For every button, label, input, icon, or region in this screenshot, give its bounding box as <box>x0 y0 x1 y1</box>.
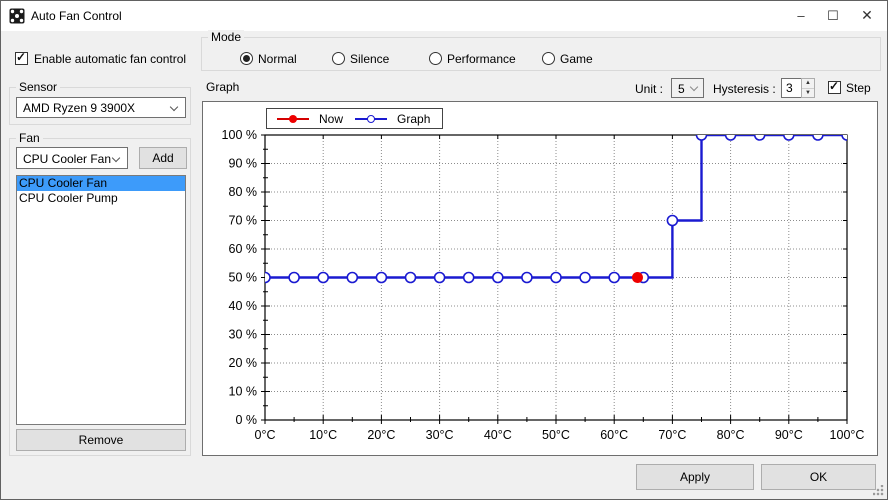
now-legend-marker <box>277 114 309 124</box>
sensor-dropdown-value: AMD Ryzen 9 3900X <box>23 101 136 115</box>
graph-legend-marker <box>355 114 388 124</box>
fan-curve-canvas[interactable]: 0°C 10°C 20°C 30°C 40°C 50°C 60°C 70°C 80°C 90°C 1… <box>203 102 877 455</box>
svg-text:70 %: 70 % <box>229 214 258 228</box>
svg-text:10 %: 10 % <box>229 385 258 399</box>
now-legend-label: Now <box>319 111 344 126</box>
fan-dropdown[interactable]: CPU Cooler Fan <box>16 147 128 169</box>
mode-group-label: Mode <box>208 30 245 44</box>
sensor-group: Sensor AMD Ryzen 9 3900X <box>9 80 191 125</box>
hysteresis-label: Hysteresis : <box>713 82 776 96</box>
radio-game-label: Game <box>560 52 593 66</box>
fan-group-label: Fan <box>16 131 43 145</box>
svg-text:80 %: 80 % <box>229 185 258 199</box>
graph-section-label: Graph <box>206 80 240 94</box>
svg-text:0°C: 0°C <box>255 428 276 442</box>
sensor-group-label: Sensor <box>16 80 61 94</box>
resize-grip[interactable] <box>873 485 884 496</box>
fan-listbox[interactable]: CPU Cooler Fan CPU Cooler Pump <box>16 175 186 425</box>
title-bar[interactable]: Auto Fan Control – ☐ ✕ <box>1 1 887 31</box>
svg-text:60 %: 60 % <box>229 242 258 256</box>
chevron-down-icon <box>111 153 121 163</box>
checkmark-icon: ✓ <box>829 79 840 93</box>
minimize-button[interactable]: – <box>785 1 817 31</box>
chevron-down-icon <box>169 102 179 112</box>
radio-silence[interactable] <box>332 52 345 65</box>
chart-legend: Now Graph <box>266 108 444 129</box>
remove-fan-button[interactable]: Remove <box>16 429 186 451</box>
svg-text:0 %: 0 % <box>235 413 257 427</box>
svg-text:100 %: 100 % <box>222 128 257 142</box>
step-checkbox-label: Step <box>846 81 871 95</box>
svg-text:20 %: 20 % <box>229 356 258 370</box>
fan-icon <box>9 8 25 24</box>
fan-curve-chart[interactable]: 0°C 10°C 20°C 30°C 40°C 50°C 60°C 70°C 80°C 90°C 1… <box>202 101 878 456</box>
enable-auto-fan-label: Enable automatic fan control <box>34 52 187 66</box>
radio-performance[interactable] <box>429 52 442 65</box>
svg-text:50 %: 50 % <box>229 271 258 285</box>
window-title: Auto Fan Control <box>31 9 122 23</box>
sensor-dropdown[interactable]: AMD Ryzen 9 3900X <box>16 97 186 118</box>
svg-text:80°C: 80°C <box>717 428 745 442</box>
apply-button[interactable]: Apply <box>636 464 754 490</box>
svg-text:40°C: 40°C <box>484 428 512 442</box>
svg-text:100°C: 100°C <box>830 428 865 442</box>
radio-game[interactable] <box>542 52 555 65</box>
svg-text:60°C: 60°C <box>600 428 628 442</box>
svg-text:30°C: 30°C <box>426 428 454 442</box>
chevron-down-icon <box>689 82 699 92</box>
fan-list-item[interactable]: CPU Cooler Fan <box>17 176 185 191</box>
svg-text:90 %: 90 % <box>229 157 258 171</box>
radio-performance-label: Performance <box>447 52 516 66</box>
checkmark-icon: ✓ <box>16 50 27 64</box>
add-fan-button[interactable]: Add <box>139 147 187 169</box>
fan-list-item[interactable]: CPU Cooler Pump <box>17 191 185 206</box>
enable-auto-fan-checkbox[interactable]: ✓ <box>15 50 28 65</box>
auto-fan-control-window: Auto Fan Control – ☐ ✕ ✓ Enable automati… <box>0 0 888 500</box>
graph-legend-label: Graph <box>397 111 431 126</box>
mode-group: Mode Normal Silence Performance Game <box>201 30 881 71</box>
spin-up-icon[interactable]: ▲ <box>802 79 814 88</box>
unit-dropdown-value: 5 <box>678 82 685 96</box>
svg-text:10°C: 10°C <box>309 428 337 442</box>
svg-text:40 %: 40 % <box>229 299 258 313</box>
spin-down-icon[interactable]: ▼ <box>802 88 814 97</box>
hysteresis-input[interactable]: 3 <box>781 78 802 98</box>
svg-text:50°C: 50°C <box>542 428 570 442</box>
fan-group: Fan CPU Cooler Fan Add CPU Cooler Fan CP… <box>9 131 191 456</box>
unit-label: Unit : <box>635 82 664 96</box>
radio-normal-label: Normal <box>258 52 297 66</box>
step-checkbox[interactable]: ✓ <box>828 79 841 94</box>
radio-normal[interactable] <box>240 52 253 65</box>
close-button[interactable]: ✕ <box>851 1 883 31</box>
svg-text:90°C: 90°C <box>775 428 803 442</box>
maximize-button[interactable]: ☐ <box>817 1 849 31</box>
hysteresis-spinner[interactable]: ▲ ▼ <box>801 78 815 98</box>
unit-dropdown[interactable]: 5 <box>671 78 704 98</box>
radio-silence-label: Silence <box>350 52 390 66</box>
svg-text:20°C: 20°C <box>367 428 395 442</box>
fan-dropdown-value: CPU Cooler Fan <box>23 152 112 166</box>
ok-button[interactable]: OK <box>761 464 876 490</box>
svg-text:30 %: 30 % <box>229 328 258 342</box>
svg-text:70°C: 70°C <box>658 428 686 442</box>
